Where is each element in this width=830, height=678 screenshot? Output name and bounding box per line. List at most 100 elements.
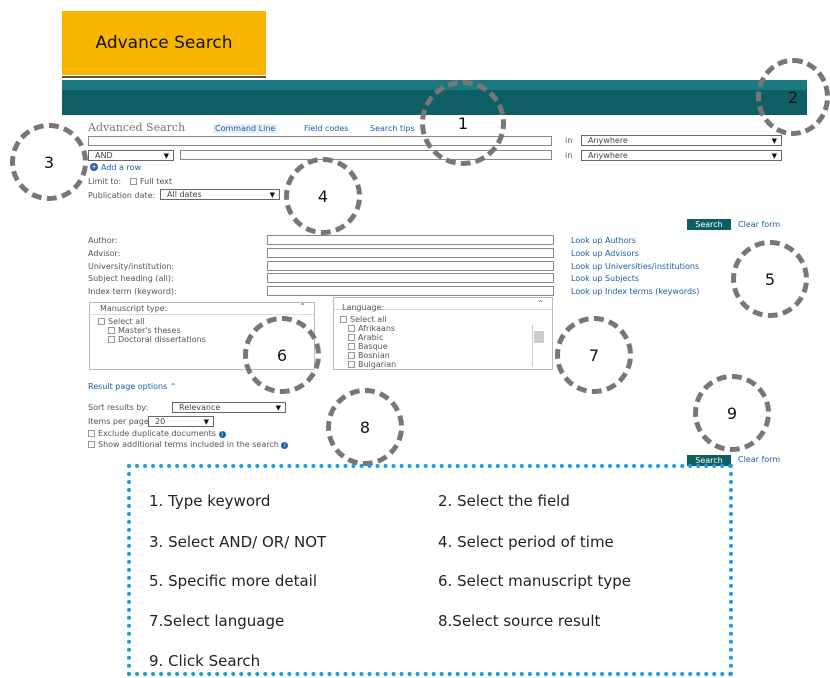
search-button-top[interactable]: Search	[687, 219, 731, 230]
select-all-label: Select all	[350, 315, 387, 324]
chevron-up-icon: ⌃	[169, 382, 177, 391]
subject-input[interactable]	[267, 273, 554, 283]
advisor-input[interactable]	[267, 248, 554, 258]
chevron-down-icon: ▼	[163, 152, 169, 160]
option-label: Basque	[358, 342, 388, 351]
info-icon[interactable]: i	[218, 431, 226, 438]
checkbox-icon	[88, 441, 95, 448]
manuscript-option[interactable]: Doctoral dissertations	[108, 335, 206, 344]
language-option[interactable]: Bulgarian	[348, 360, 396, 369]
operator-select[interactable]: AND ▼	[88, 150, 174, 161]
marker-2: 2	[756, 58, 830, 136]
result-options-toggle[interactable]: Result page options ⌃	[88, 382, 177, 391]
full-text-checkbox[interactable]: Full text	[130, 177, 172, 186]
university-label: University/institution:	[88, 262, 175, 271]
language-title: Language:	[342, 303, 385, 312]
form-heading: Advanced Search	[88, 121, 186, 134]
chevron-down-icon: ▼	[771, 137, 777, 145]
sort-select[interactable]: Relevance ▼	[172, 402, 286, 413]
lookup-universities-link[interactable]: Look up Universities/institutions	[571, 262, 699, 271]
language-scrollbar[interactable]	[532, 325, 545, 367]
clear-form-link-top[interactable]: Clear form	[738, 220, 780, 229]
marker-9: 9	[693, 374, 771, 452]
legend-item: 6. Select manuscript type	[438, 572, 632, 590]
plus-icon[interactable]: +	[90, 163, 98, 171]
tab-field-codes[interactable]: Field codes	[304, 124, 348, 133]
index-term-input[interactable]	[267, 286, 554, 296]
option-label: Doctoral dissertations	[118, 335, 206, 344]
manuscript-option[interactable]: Master's theses	[108, 326, 181, 335]
checkbox-icon	[88, 430, 95, 437]
tab-search-tips[interactable]: Search tips	[370, 124, 415, 133]
marker-8: 8	[326, 388, 404, 466]
checkbox-icon	[348, 352, 355, 359]
marker-3: 3	[10, 123, 88, 201]
items-per-page-label: Items per page:	[88, 417, 152, 426]
lookup-authors-link[interactable]: Look up Authors	[571, 236, 636, 245]
row1-in-label: in	[565, 136, 573, 145]
legend-item: 2. Select the field	[438, 492, 570, 510]
lookup-subjects-link[interactable]: Look up Subjects	[571, 274, 639, 283]
checkbox-icon	[348, 343, 355, 350]
manuscript-select-all[interactable]: Select all	[98, 317, 145, 326]
checkbox-icon	[348, 325, 355, 332]
marker-5: 5	[731, 240, 809, 318]
marker-6: 6	[243, 316, 321, 394]
page-title: Advance Search	[95, 33, 233, 53]
keyword-input-2[interactable]	[180, 150, 552, 160]
clear-form-link-bottom[interactable]: Clear form	[738, 455, 780, 464]
pub-date-label: Publication date:	[88, 191, 156, 200]
field-select-2[interactable]: Anywhere ▼	[581, 150, 782, 161]
field-select-1[interactable]: Anywhere ▼	[581, 135, 782, 146]
author-label: Author:	[88, 236, 118, 245]
legend-item: 7.Select language	[149, 612, 285, 630]
lookup-index-terms-link[interactable]: Look up Index terms (keywords)	[571, 287, 699, 296]
show-terms-checkbox[interactable]: Show additional terms included in the se…	[88, 440, 289, 449]
exclude-duplicates-checkbox[interactable]: Exclude duplicate documents i	[88, 429, 226, 438]
full-text-label: Full text	[140, 177, 173, 186]
limit-to-label: Limit to:	[88, 177, 122, 186]
author-input[interactable]	[267, 235, 554, 245]
marker-7: 7	[555, 316, 633, 394]
legend-item: 4. Select period of time	[438, 533, 614, 551]
checkbox-icon	[108, 336, 115, 343]
chevron-down-icon: ▼	[269, 191, 275, 199]
title-underline	[62, 76, 266, 78]
lookup-advisors-link[interactable]: Look up Advisors	[571, 249, 639, 258]
page-title-badge: Advance Search	[62, 11, 266, 75]
items-per-page-value: 20	[155, 417, 166, 426]
chevron-up-icon[interactable]: ⌃	[537, 299, 544, 308]
sort-label: Sort results by:	[88, 403, 149, 412]
select-all-label: Select all	[108, 317, 145, 326]
legend-item: 3. Select AND/ OR/ NOT	[149, 533, 327, 551]
subject-label: Subject heading (all):	[88, 274, 174, 283]
tab-command-line[interactable]: Command Line	[213, 124, 278, 133]
option-label: Bulgarian	[358, 360, 397, 369]
manuscript-title: Manuscript type:	[100, 304, 168, 313]
language-option[interactable]: Bosnian	[348, 351, 390, 360]
sort-value: Relevance	[179, 403, 221, 412]
add-row-link[interactable]: Add a row	[101, 163, 141, 172]
field-select-1-value: Anywhere	[588, 136, 628, 145]
result-options-label: Result page options	[88, 382, 168, 391]
language-option[interactable]: Basque	[348, 342, 388, 351]
legend-item: 9. Click Search	[149, 652, 261, 670]
marker-4: 4	[284, 157, 362, 235]
language-option[interactable]: Afrikaans	[348, 324, 395, 333]
info-icon[interactable]: i	[281, 442, 289, 449]
operator-value: AND	[95, 151, 113, 160]
legend-item: 1. Type keyword	[149, 492, 271, 510]
checkbox-icon	[348, 334, 355, 341]
checkbox-icon	[340, 316, 347, 323]
checkbox-icon	[130, 178, 137, 185]
row2-in-label: in	[565, 151, 573, 160]
pub-date-select[interactable]: All dates ▼	[160, 189, 280, 200]
university-input[interactable]	[267, 261, 554, 271]
language-select-all[interactable]: Select all	[340, 315, 387, 324]
chevron-up-icon[interactable]: ⌃	[299, 302, 306, 311]
language-option[interactable]: Arabic	[348, 333, 383, 342]
checkbox-icon	[348, 361, 355, 368]
items-per-page-select[interactable]: 20 ▼	[148, 416, 214, 427]
advisor-label: Advisor:	[88, 249, 121, 258]
option-label: Bosnian	[358, 351, 390, 360]
